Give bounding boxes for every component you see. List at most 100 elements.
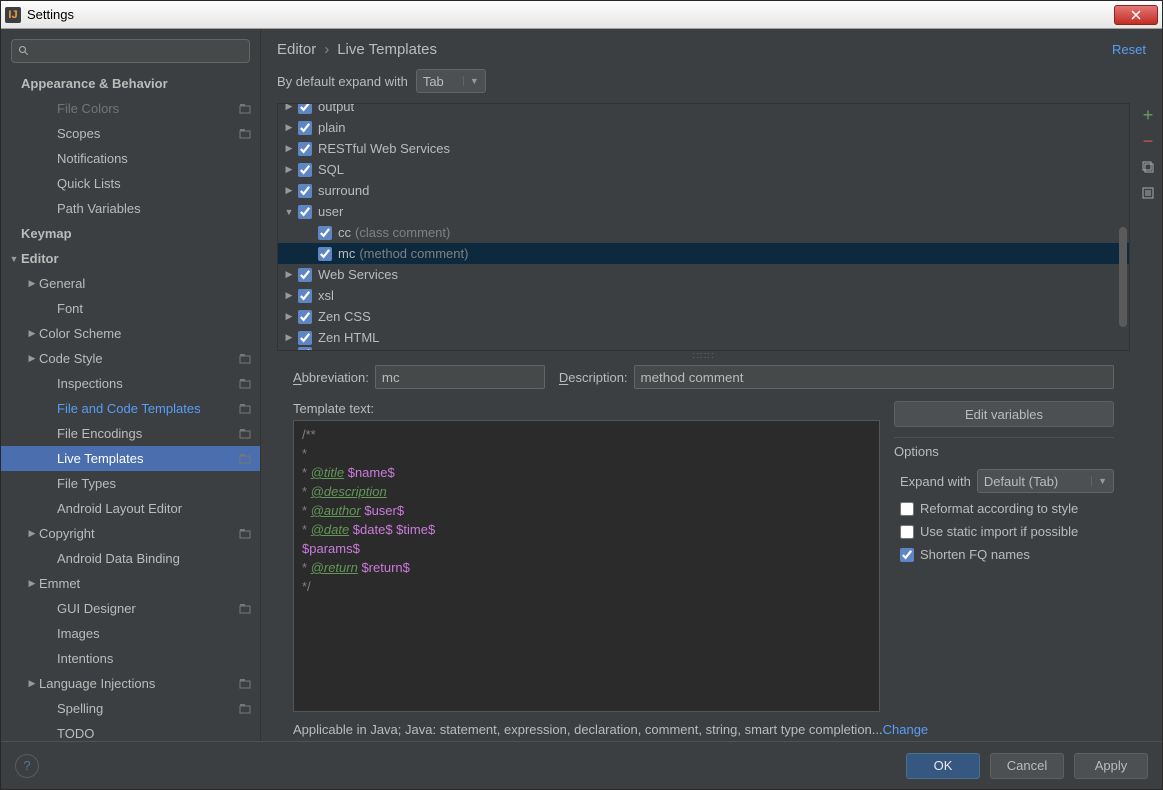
expand-with-label: Expand with [900,474,971,489]
edit-variables-button[interactable]: Edit variables [894,401,1114,427]
sidebar-item-label: Language Injections [39,676,238,691]
template-row[interactable]: ▶Web Services [278,264,1129,285]
search-icon [18,45,30,57]
sidebar-item[interactable]: Spelling [1,696,260,721]
help-button[interactable]: ? [15,754,39,778]
sidebar-item[interactable]: Inspections [1,371,260,396]
template-row[interactable]: ▶Zen CSS [278,306,1129,327]
template-name: surround [318,183,369,198]
cancel-button[interactable]: Cancel [990,753,1064,779]
sidebar-item[interactable]: TODO [1,721,260,741]
sidebar-item[interactable]: Android Data Binding [1,546,260,571]
template-checkbox[interactable] [298,103,312,114]
sidebar-item[interactable]: ▶Emmet [1,571,260,596]
template-row[interactable]: ▶Zen HTML [278,327,1129,348]
sidebar-item[interactable]: ▶General [1,271,260,296]
template-checkbox[interactable] [298,163,312,177]
change-context-link[interactable]: Change [883,722,929,737]
sidebar-item[interactable]: File and Code Templates [1,396,260,421]
copy-button[interactable] [1140,159,1156,175]
template-checkbox[interactable] [298,268,312,282]
chevron-down-icon: ▼ [463,76,479,86]
sidebar-item-label: Notifications [57,151,252,166]
sidebar-item[interactable]: Live Templates [1,446,260,471]
expand-arrow-icon: ▶ [282,143,296,154]
template-row[interactable]: ▶RESTful Web Services [278,138,1129,159]
sidebar-item[interactable]: ▶Language Injections [1,671,260,696]
template-checkbox[interactable] [298,205,312,219]
template-name: Zen XSL [318,347,369,352]
sidebar-item[interactable]: Path Variables [1,196,260,221]
desc-input[interactable] [634,365,1114,389]
template-checkbox[interactable] [298,310,312,324]
close-button[interactable] [1114,5,1158,25]
template-row[interactable]: ▼user [278,201,1129,222]
template-row[interactable]: ▶Zen XSL [278,348,1129,351]
template-checkbox[interactable] [298,184,312,198]
project-scope-icon [238,402,252,416]
template-row[interactable]: ▶SQL [278,159,1129,180]
expand-arrow-icon: ▶ [282,103,296,112]
sidebar-item[interactable]: Appearance & Behavior [1,71,260,96]
desc-label: Description: [559,370,628,385]
add-button[interactable]: + [1140,107,1156,123]
template-text-editor[interactable]: /** * * @title $name$ * @description * @… [293,420,880,712]
remove-button[interactable]: − [1140,133,1156,149]
static-import-checkbox[interactable] [900,525,914,539]
template-checkbox[interactable] [298,331,312,345]
expand-arrow-icon: ▶ [25,578,39,589]
template-checkbox[interactable] [298,121,312,135]
sidebar-item[interactable]: Font [1,296,260,321]
sidebar-item[interactable]: Scopes [1,121,260,146]
sidebar-item[interactable]: Images [1,621,260,646]
expand-arrow-icon: ▶ [25,328,39,339]
apply-button[interactable]: Apply [1074,753,1148,779]
expand-default-select[interactable]: Tab▼ [416,69,486,93]
shorten-fq-checkbox[interactable] [900,548,914,562]
settings-button[interactable] [1140,185,1156,201]
template-row[interactable]: mc (method comment) [278,243,1129,264]
sidebar-item[interactable]: ▶Copyright [1,521,260,546]
sidebar-item-label: Live Templates [57,451,238,466]
template-row[interactable]: ▶plain [278,117,1129,138]
sidebar-item[interactable]: ▶Code Style [1,346,260,371]
reset-link[interactable]: Reset [1112,42,1146,57]
sidebar-item[interactable]: Intentions [1,646,260,671]
ok-button[interactable]: OK [906,753,980,779]
settings-tree[interactable]: Appearance & BehaviorFile ColorsScopes No… [1,71,260,741]
sidebar-item[interactable]: ▶Color Scheme [1,321,260,346]
expand-arrow-icon: ▶ [25,278,39,289]
sidebar-item[interactable]: Android Layout Editor [1,496,260,521]
scrollbar[interactable] [1119,227,1127,327]
abbrev-input[interactable] [375,365,545,389]
sidebar-item-label: Intentions [57,651,252,666]
sidebar-item-label: Images [57,626,252,641]
search-input[interactable] [11,39,250,63]
sidebar-item[interactable]: File Encodings [1,421,260,446]
template-checkbox[interactable] [298,289,312,303]
template-row[interactable]: ▶xsl [278,285,1129,306]
sidebar-item[interactable]: Quick Lists [1,171,260,196]
sidebar-item[interactable]: Notifications [1,146,260,171]
sidebar-item[interactable]: Keymap [1,221,260,246]
sidebar-item-label: Android Layout Editor [57,501,252,516]
template-checkbox[interactable] [298,347,312,351]
reformat-checkbox[interactable] [900,502,914,516]
splitter[interactable]: ∷∷∷ [277,351,1130,361]
sidebar-item[interactable]: ▼Editor [1,246,260,271]
template-row[interactable]: ▶output [278,103,1129,117]
template-checkbox[interactable] [298,142,312,156]
template-checkbox[interactable] [318,226,332,240]
template-name: Zen HTML [318,330,379,345]
template-row[interactable]: ▶surround [278,180,1129,201]
sidebar-item[interactable]: GUI Designer [1,596,260,621]
template-checkbox[interactable] [318,247,332,261]
template-row[interactable]: cc (class comment) [278,222,1129,243]
sidebar-item[interactable]: File Colors [1,96,260,121]
sidebar-item[interactable]: File Types [1,471,260,496]
expand-with-select[interactable]: Default (Tab)▼ [977,469,1114,493]
dialog-footer: ? OK Cancel Apply [1,741,1162,789]
breadcrumb-leaf: Live Templates [337,41,437,58]
list-icon [1141,186,1155,200]
template-list[interactable]: ▶output▶plain▶RESTful Web Services▶SQL▶s… [277,103,1130,351]
